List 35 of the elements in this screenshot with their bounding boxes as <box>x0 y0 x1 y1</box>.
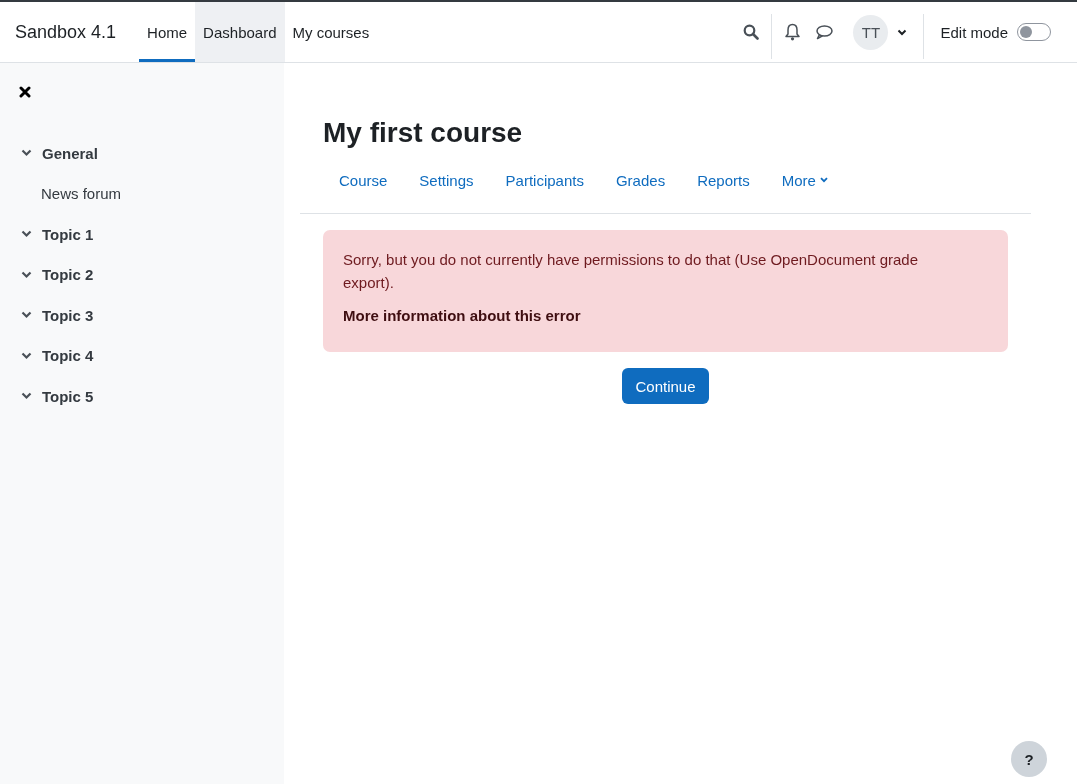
section-link[interactable]: Topic 4 <box>42 347 94 365</box>
course-tab[interactable]: Participants <box>489 172 600 213</box>
chevron-icon[interactable] <box>21 351 32 360</box>
user-avatar[interactable]: TT <box>853 14 889 50</box>
chat-bubble-icon[interactable] <box>815 24 834 40</box>
chevron-icon[interactable] <box>21 230 32 239</box>
bell-icon[interactable] <box>784 23 802 41</box>
nav-link[interactable]: Dashboard <box>195 2 285 62</box>
caret-icon[interactable] <box>897 28 908 36</box>
help-button[interactable]: ? <box>1011 741 1047 777</box>
edit-mode-toggle[interactable] <box>1017 23 1051 41</box>
nav-link[interactable]: My courses <box>284 2 378 62</box>
course-tab[interactable]: Reports <box>681 172 766 213</box>
page-title: My first course <box>323 116 524 150</box>
section-link[interactable]: Topic 3 <box>42 306 94 324</box>
section-link[interactable]: Topic 2 <box>42 266 94 284</box>
site-name[interactable]: Sandbox 4.1 <box>15 2 117 62</box>
section-link[interactable]: Topic 5 <box>42 387 94 405</box>
search-icon[interactable] <box>743 24 760 40</box>
course-tab[interactable]: Settings <box>403 172 490 213</box>
section-link[interactable]: General <box>42 144 98 162</box>
continue-button[interactable]: Continue <box>622 368 709 404</box>
error-message: Sorry, but you do not currently have permissions to do that (Use OpenDocument grade export). <box>343 250 920 293</box>
chevron-icon[interactable] <box>21 270 32 279</box>
close-icon[interactable] <box>19 86 31 98</box>
course-tab[interactable]: Course <box>323 172 404 213</box>
course-tab[interactable]: More <box>765 172 844 213</box>
section-link[interactable]: Topic 1 <box>42 225 94 243</box>
course-tab[interactable]: Grades <box>599 172 682 213</box>
chevron-icon[interactable] <box>21 149 32 158</box>
edit-mode-label: Edit mode <box>940 23 1008 41</box>
chevron-icon[interactable] <box>21 311 32 320</box>
more-info-heading[interactable]: More information about this error <box>343 306 988 338</box>
chevron-icon[interactable] <box>21 392 32 401</box>
activity-link[interactable]: News forum <box>19 173 284 214</box>
